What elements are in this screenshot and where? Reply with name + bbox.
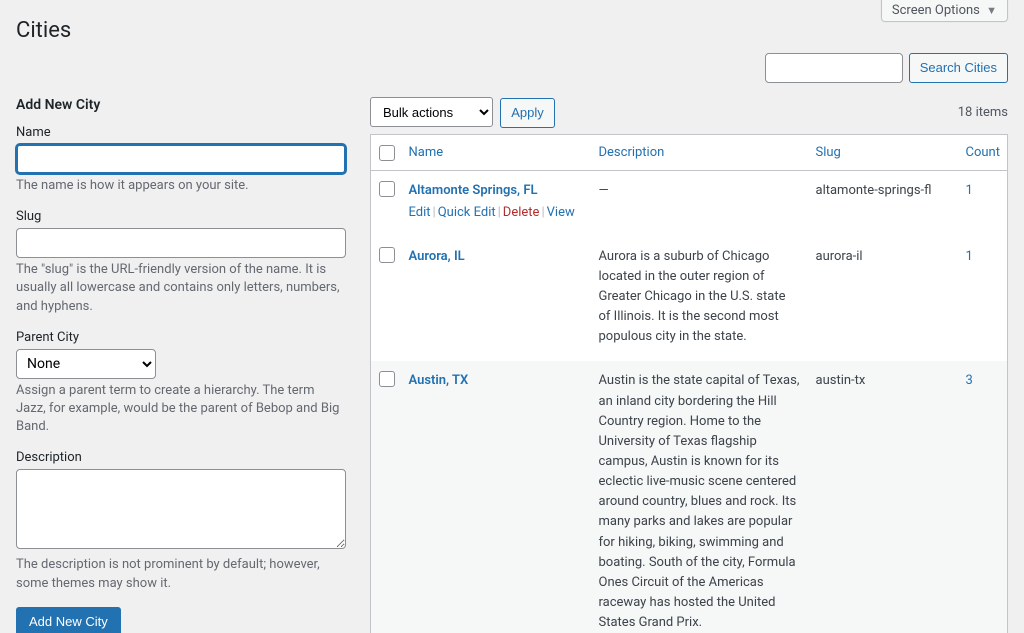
parent-help: Assign a parent term to create a hierarc… — [16, 382, 346, 437]
select-all-checkbox[interactable] — [379, 145, 395, 161]
row-actions: Edit|Quick Edit|Delete|View — [409, 203, 583, 223]
term-name-link[interactable]: Aurora, IL — [409, 249, 465, 264]
term-description: Austin is the state capital of Texas, an… — [591, 361, 808, 633]
term-count-link[interactable]: 1 — [966, 183, 973, 198]
description-help: The description is not prominent by defa… — [16, 556, 346, 592]
view-link[interactable]: View — [547, 205, 575, 220]
term-description: Aurora is a suburb of Chicago located in… — [591, 237, 808, 362]
name-label: Name — [16, 125, 346, 140]
row-checkbox[interactable] — [379, 371, 395, 387]
table-row: Austin, TX Austin is the state capital of… — [371, 361, 1008, 633]
col-name[interactable]: Name — [401, 134, 591, 170]
slug-label: Slug — [16, 209, 346, 224]
delete-link[interactable]: Delete — [503, 205, 540, 220]
term-slug: aurora-il — [808, 237, 958, 362]
col-count[interactable]: Count — [958, 134, 1008, 170]
form-heading: Add New City — [16, 97, 346, 113]
term-count-link[interactable]: 1 — [966, 249, 973, 264]
col-slug[interactable]: Slug — [808, 134, 958, 170]
row-checkbox[interactable] — [379, 247, 395, 263]
name-help: The name is how it appears on your site. — [16, 177, 346, 195]
quick-edit-link[interactable]: Quick Edit — [438, 205, 496, 220]
parent-select[interactable]: None — [16, 349, 156, 379]
col-description[interactable]: Description — [591, 134, 808, 170]
term-slug: altamonte-springs-fl — [808, 170, 958, 237]
edit-link[interactable]: Edit — [409, 205, 431, 220]
terms-table: Name Description Slug Count Altamonte Sp… — [370, 134, 1008, 633]
items-count: 18 items — [958, 105, 1008, 120]
row-checkbox[interactable] — [379, 181, 395, 197]
term-description: — — [591, 170, 808, 237]
search-input[interactable] — [765, 53, 903, 83]
term-slug: austin-tx — [808, 361, 958, 633]
slug-help: The "slug" is the URL-friendly version o… — [16, 261, 346, 316]
screen-options-toggle[interactable]: Screen Options ▼ — [881, 0, 1008, 22]
term-name-link[interactable]: Austin, TX — [409, 373, 469, 388]
search-button[interactable]: Search Cities — [909, 53, 1008, 83]
term-count-link[interactable]: 3 — [966, 373, 973, 388]
chevron-down-icon: ▼ — [986, 4, 997, 17]
apply-button[interactable]: Apply — [500, 98, 555, 128]
description-label: Description — [16, 450, 346, 465]
parent-label: Parent City — [16, 330, 346, 345]
bulk-actions-select[interactable]: Bulk actions — [370, 97, 493, 127]
term-name-link[interactable]: Altamonte Springs, FL — [409, 183, 538, 198]
table-row: Aurora, IL Aurora is a suburb of Chicago … — [371, 237, 1008, 362]
description-textarea[interactable] — [16, 469, 346, 549]
table-row: Altamonte Springs, FL Edit|Quick Edit|Del… — [371, 170, 1008, 237]
submit-button[interactable]: Add New City — [16, 607, 121, 633]
slug-input[interactable] — [16, 228, 346, 258]
add-new-form: Add New City Name The name is how it app… — [16, 97, 346, 633]
screen-options-label: Screen Options — [892, 3, 980, 18]
name-input[interactable] — [16, 144, 346, 174]
page-title: Cities — [16, 10, 1008, 47]
